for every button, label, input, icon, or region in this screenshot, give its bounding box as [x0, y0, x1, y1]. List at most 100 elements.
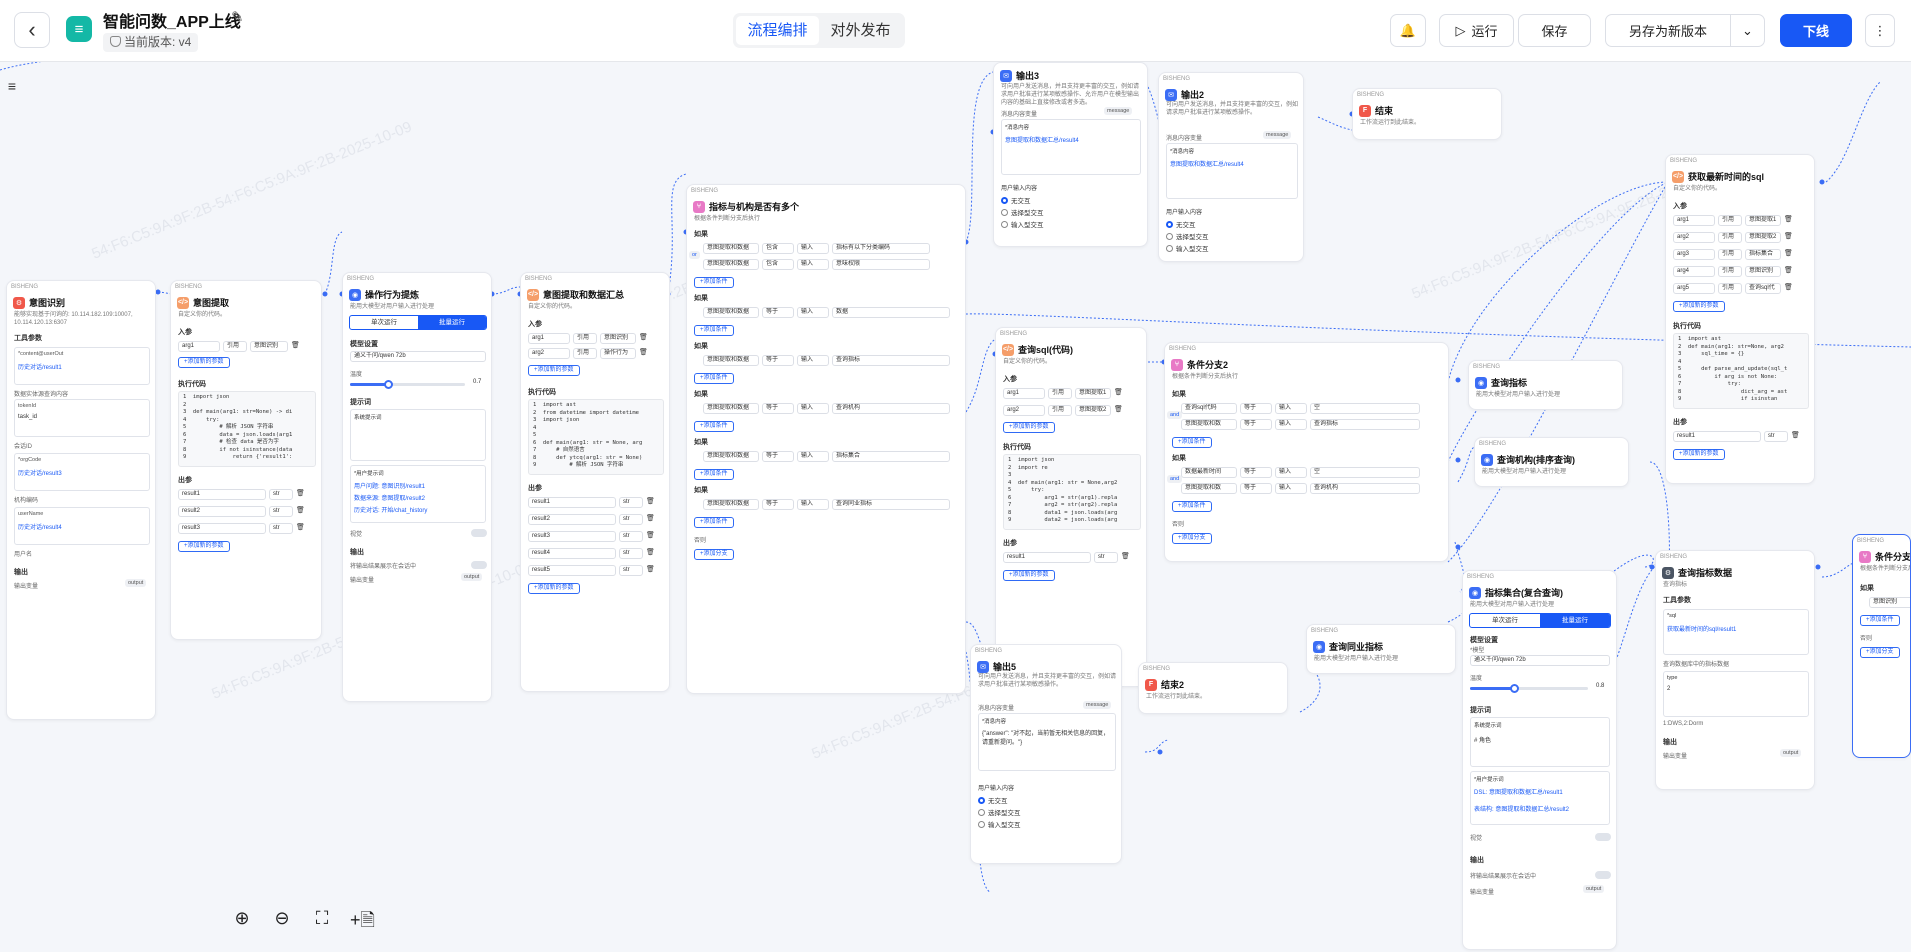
node-data-summary[interactable]: BISHENG </> 意图提取和数据汇总 自定义你的代码。 入参 arg1 引用意… [520, 272, 670, 692]
user-prompt-box[interactable]: *用户提示词 用户问题: 意图识别/result1 数据来源: 意图提取/res… [350, 465, 486, 523]
trash-icon[interactable]: 🗑 [1114, 388, 1123, 399]
run-mode-toggle[interactable]: 单次运行 批量运行 [1469, 613, 1611, 628]
zoom-out-icon[interactable]: ⊖ [270, 908, 294, 938]
param-box[interactable]: userName 历史对话/result4 [14, 507, 150, 545]
trash-icon[interactable]: 🗑 [296, 489, 305, 500]
edge-handle[interactable] [1649, 564, 1655, 570]
trash-icon[interactable]: 🗑 [646, 514, 655, 525]
system-prompt-box[interactable]: 系统提示词 # 角色 [1470, 717, 1610, 767]
trash-icon[interactable]: 🗑 [639, 348, 648, 359]
trash-icon[interactable]: 🗑 [291, 341, 300, 352]
tab-flow[interactable]: 流程编排 [736, 16, 819, 45]
node-output-5[interactable]: BISHENG ✉ 输出5 可向用户发送消息，并且支持更丰富的交互，例如请求用户批… [970, 644, 1122, 864]
node-branch-3[interactable]: BISHENG ⑂条件分支 根据条件判断分支后执行 如果 意图识别 +添加条件 … [1852, 534, 1911, 758]
save-button[interactable]: 保存 [1518, 14, 1591, 47]
back-button[interactable]: ‹ [14, 12, 50, 48]
node-latest-time-sql[interactable]: BISHENG </> 获取最新时间的sql 自定义你的代码。 入参 arg1 引用… [1665, 154, 1815, 484]
edge-handle[interactable] [155, 289, 161, 295]
model-select[interactable]: 通义千问/qwen 72b [1470, 655, 1610, 666]
code-editor[interactable]: 1 import json 2 import re 3 4 def main(a… [1003, 454, 1141, 530]
node-indicator-combo[interactable]: BISHENG ◉ 指标集合(复合查询) 能用大模型对用户输入进行处理 单次运行批… [1462, 570, 1617, 950]
trash-icon[interactable]: 🗑 [1791, 431, 1800, 442]
run-button[interactable]: ▷ 运行 [1439, 14, 1514, 47]
trash-icon[interactable]: 🗑 [296, 506, 305, 517]
system-prompt-box[interactable]: 系统提示词 [350, 409, 486, 461]
radio-no-interaction[interactable]: 无交互 [978, 795, 1008, 805]
edge-handle[interactable] [1455, 457, 1461, 463]
trash-icon[interactable]: 🗑 [1114, 405, 1123, 416]
radio-select-interaction[interactable]: 选择型交互 [1001, 207, 1044, 217]
more-menu-button[interactable]: ⋮ [1865, 14, 1895, 47]
offline-button[interactable]: 下线 [1780, 14, 1852, 47]
node-intent-extraction[interactable]: BISHENG </> 意图提取 自定义你的代码。 入参 arg1 引用 意图识别 🗑 … [170, 280, 322, 640]
node-end-2[interactable]: BISHENG F 结束2 工作流运行到此结束。 [1138, 662, 1288, 714]
radio-no-interaction[interactable]: 无交互 [1001, 195, 1031, 205]
trash-icon[interactable]: 🗑 [1784, 249, 1793, 260]
model-select[interactable]: 通义千问/qwen 72b [350, 351, 486, 362]
trash-icon[interactable]: 🗑 [646, 497, 655, 508]
edge-handle[interactable] [1815, 564, 1821, 570]
sidebar-toggle-icon[interactable]: ≡ [2, 78, 22, 96]
node-query-indicator[interactable]: BISHENG ◉ 查询指标 能用大模型对用户输入进行处理 [1468, 360, 1623, 410]
trash-icon[interactable]: 🗑 [1784, 283, 1793, 294]
message-content-box[interactable]: *消息内容 {"answer": "对不起，当前暂无相关信息的回复，请重新提问。"… [978, 713, 1116, 771]
zoom-in-icon[interactable]: ⊕ [230, 908, 254, 938]
trash-icon[interactable]: 🗑 [1121, 552, 1130, 563]
param-box[interactable]: tokenId task_id [14, 399, 150, 437]
trash-icon[interactable]: 🗑 [1784, 215, 1793, 226]
node-query-indicator-data[interactable]: BISHENG ⚙ 查询指标数据 查询指标 工具参数 *sql 获取最新时间的sql… [1655, 550, 1815, 790]
save-menu-button[interactable]: ⌄ [1730, 14, 1765, 47]
code-editor[interactable]: 1 import ast 2 def main(arg1: str=None, … [1673, 333, 1809, 409]
show-output-toggle[interactable] [1595, 871, 1611, 879]
param-box[interactable]: *content@userOut 历史对话/result1 [14, 347, 150, 385]
code-editor[interactable]: 1 import ast 2 from datetime import date… [528, 399, 664, 475]
node-branch-multi[interactable]: BISHENG ⑂ 指标与机构是否有多个 根据条件判断分支后执行 如果 意图提取和… [686, 184, 966, 694]
user-prompt-box[interactable]: *用户提示词 DSL: 意图提取和数据汇总/result1 表结构: 意图提取和… [1470, 771, 1610, 825]
vision-toggle[interactable] [1595, 833, 1611, 841]
node-intent-recognition[interactable]: BISHENG ⚙ 意图识别 能够实现基于问询的: 10.114.182.109:… [6, 280, 156, 720]
show-output-toggle[interactable] [471, 561, 487, 569]
node-end[interactable]: BISHENG F 结束 工作流运行到此结束。 [1352, 88, 1502, 140]
trash-icon[interactable]: 🗑 [639, 333, 648, 344]
message-content-box[interactable]: *消息内容 意图提取和数据汇总/result4 [1001, 119, 1141, 175]
node-query-sql[interactable]: BISHENG </> 查询sql(代码) 自定义你的代码。 入参 arg1 引用意… [995, 327, 1147, 687]
trash-icon[interactable]: 🗑 [1784, 232, 1793, 243]
save-as-version-button[interactable]: 另存为新版本 [1605, 14, 1731, 47]
radio-select-interaction[interactable]: 选择型交互 [978, 807, 1021, 817]
workflow-canvas[interactable]: ≡ 54:F6:C5:9A:9F:2B-54:F6:C5:9A:9F:2B-20… [0, 62, 1911, 952]
node-peer-indicator[interactable]: BISHENG ◉ 查询同业指标 能用大模型对用户输入进行处理 [1306, 624, 1456, 674]
node-behavior-extraction[interactable]: BISHENG ◉ 操作行为提炼 能用大模型对用户输入进行处理 单次运行 批量运行 … [342, 272, 492, 702]
edge-handle[interactable] [1455, 544, 1461, 550]
radio-input-interaction[interactable]: 输入型交互 [1166, 243, 1209, 253]
edge-handle[interactable] [1157, 749, 1163, 755]
code-editor[interactable]: 1 import json 2 3 def main(arg1: str=Non… [178, 391, 316, 467]
param-box[interactable]: type 2 [1663, 671, 1809, 717]
trash-icon[interactable]: 🗑 [296, 523, 305, 534]
radio-input-interaction[interactable]: 输入型交互 [1001, 219, 1044, 229]
node-output-2[interactable]: BISHENG ✉ 输出2 可向用户发送消息，并且支持更丰富的交互，例如请求用户批… [1158, 72, 1304, 262]
trash-icon[interactable]: 🗑 [646, 548, 655, 559]
edit-title-icon[interactable]: ✎ [231, 8, 244, 26]
radio-select-interaction[interactable]: 选择型交互 [1166, 231, 1209, 241]
node-branch-2[interactable]: BISHENG ⑂ 条件分支2 根据条件判断分支后执行 如果 and 查询sql代… [1164, 342, 1449, 562]
param-box[interactable]: *orgCode 历史对话/result3 [14, 453, 150, 491]
vision-toggle[interactable] [471, 529, 487, 537]
edge-handle[interactable] [1455, 377, 1461, 383]
notification-button[interactable]: 🔔 [1390, 14, 1426, 47]
node-query-org[interactable]: BISHENG ◉ 查询机构(排序查询) 能用大模型对用户输入进行处理 [1474, 437, 1629, 487]
edge-handle[interactable] [1819, 179, 1825, 185]
add-note-icon[interactable]: +🗎 [350, 908, 375, 938]
node-output-3[interactable]: ✉ 输出3 可向用户发送消息，并且支持更丰富的交互，例如请求用户批准进行某项敏感操… [993, 62, 1148, 247]
temperature-slider[interactable] [350, 380, 465, 389]
radio-input-interaction[interactable]: 输入型交互 [978, 819, 1021, 829]
fit-view-icon[interactable]: ⛶ [310, 908, 334, 938]
trash-icon[interactable]: 🗑 [1784, 266, 1793, 277]
param-box[interactable]: *sql 获取最新时间的sql/result1 [1663, 609, 1809, 655]
trash-icon[interactable]: 🗑 [646, 531, 655, 542]
run-mode-toggle[interactable]: 单次运行 批量运行 [349, 315, 487, 330]
trash-icon[interactable]: 🗑 [646, 565, 655, 576]
message-content-box[interactable]: *消息内容 意图提取和数据汇总/result4 [1166, 143, 1298, 199]
tab-publish[interactable]: 对外发布 [819, 16, 902, 45]
temperature-slider[interactable] [1470, 684, 1588, 693]
radio-no-interaction[interactable]: 无交互 [1166, 219, 1196, 229]
